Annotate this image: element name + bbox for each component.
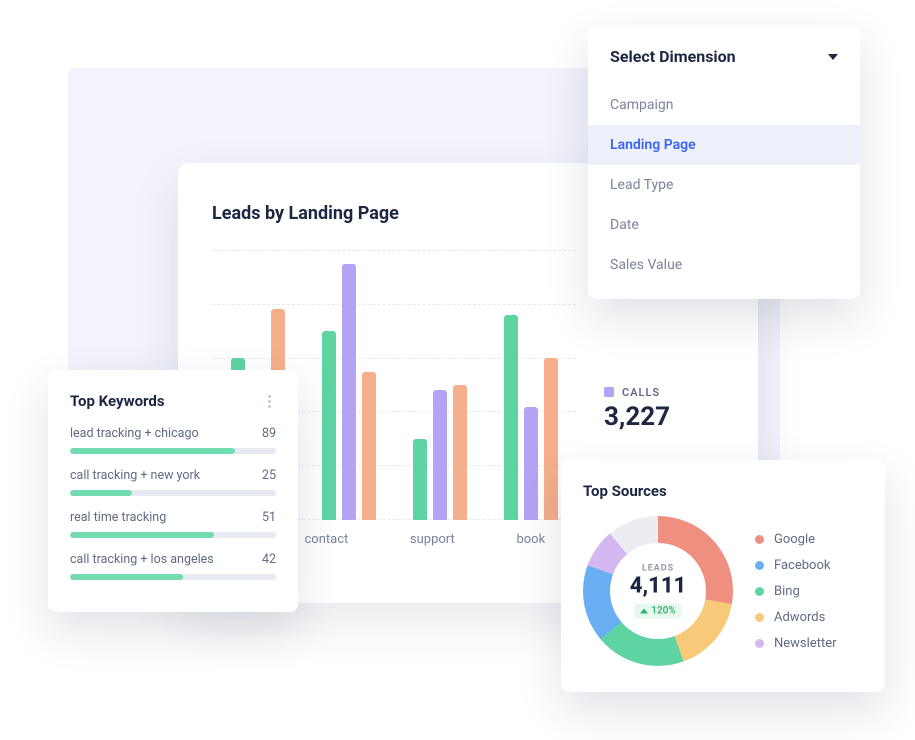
keyword-value: 42 xyxy=(262,552,276,567)
bar xyxy=(504,315,518,520)
donut-center-value: 4,111 xyxy=(610,574,706,599)
keyword-bar xyxy=(70,574,276,580)
arrow-up-icon xyxy=(640,609,648,614)
dimension-option[interactable]: Sales Value xyxy=(588,245,860,285)
keyword-label: lead tracking + chicago xyxy=(70,426,199,441)
source-legend-item: Bing xyxy=(755,584,837,599)
keyword-value: 25 xyxy=(262,468,276,483)
keyword-bar xyxy=(70,532,276,538)
dimension-option[interactable]: Date xyxy=(588,205,860,245)
source-legend-item: Adwords xyxy=(755,610,837,625)
legend-value: 3,227 xyxy=(604,402,724,432)
source-label: Newsletter xyxy=(774,636,837,651)
dimension-option[interactable]: Landing Page xyxy=(588,125,860,165)
donut-chart: LEADS 4,111 120% xyxy=(583,516,733,666)
keyword-label: call tracking + new york xyxy=(70,468,200,483)
keyword-value: 89 xyxy=(262,426,276,441)
donut-delta-badge: 120% xyxy=(634,604,682,619)
source-label: Adwords xyxy=(774,610,825,625)
kebab-menu-icon[interactable] xyxy=(262,395,276,408)
legend-item: CALLS 3,227 xyxy=(604,381,724,432)
top-sources-legend: Google Facebook Bing Adwords Newsletter xyxy=(755,532,837,651)
source-label: Bing xyxy=(774,584,800,599)
top-keywords-card: Top Keywords lead tracking + chicago 89 ca… xyxy=(48,370,298,612)
dimension-option[interactable]: Campaign xyxy=(588,85,860,125)
category-label: book xyxy=(516,532,545,547)
keyword-label: call tracking + los angeles xyxy=(70,552,214,567)
keyword-row: real time tracking 51 xyxy=(70,510,276,538)
top-keywords-title: Top Keywords xyxy=(70,392,165,410)
keyword-row: call tracking + los angeles 42 xyxy=(70,552,276,580)
select-dimension-label: Select Dimension xyxy=(610,47,736,66)
legend-label: CALLS xyxy=(622,386,660,399)
source-dot xyxy=(755,613,764,622)
bar xyxy=(524,407,538,520)
bar xyxy=(433,390,447,520)
select-dimension-dropdown[interactable]: Select Dimension CampaignLanding PageLea… xyxy=(588,25,860,299)
keyword-row: lead tracking + chicago 89 xyxy=(70,426,276,454)
bar xyxy=(342,264,356,521)
category-label: contact xyxy=(304,532,348,547)
bar-group xyxy=(322,250,376,520)
source-legend-item: Facebook xyxy=(755,558,837,573)
source-legend-item: Newsletter xyxy=(755,636,837,651)
keyword-bar-fill xyxy=(70,574,183,580)
keyword-bar-fill xyxy=(70,448,235,454)
keyword-label: real time tracking xyxy=(70,510,166,525)
source-dot xyxy=(755,561,764,570)
chevron-down-icon xyxy=(828,54,838,60)
keyword-row: call tracking + new york 25 xyxy=(70,468,276,496)
top-sources-card: Top Sources LEADS 4,111 120% Google Faceb… xyxy=(561,460,885,692)
bar-group xyxy=(504,250,558,520)
bar xyxy=(544,358,558,520)
dimension-option[interactable]: Lead Type xyxy=(588,165,860,205)
bar xyxy=(453,385,467,520)
bar xyxy=(322,331,336,520)
source-label: Facebook xyxy=(774,558,830,573)
bar-group xyxy=(413,250,467,520)
keyword-bar-fill xyxy=(70,490,132,496)
bar xyxy=(362,372,376,521)
donut-delta-value: 120% xyxy=(651,606,676,617)
legend-swatch xyxy=(604,387,614,397)
keyword-value: 51 xyxy=(262,510,276,525)
keyword-bar xyxy=(70,490,276,496)
source-dot xyxy=(755,535,764,544)
bar xyxy=(413,439,427,520)
donut-center-label: LEADS xyxy=(610,564,706,574)
keyword-bar-fill xyxy=(70,532,214,538)
source-legend-item: Google xyxy=(755,532,837,547)
top-sources-title: Top Sources xyxy=(583,482,863,500)
select-dimension-header[interactable]: Select Dimension xyxy=(588,35,860,85)
category-label: support xyxy=(410,532,455,547)
source-dot xyxy=(755,639,764,648)
source-dot xyxy=(755,587,764,596)
source-label: Google xyxy=(774,532,815,547)
keyword-bar xyxy=(70,448,276,454)
